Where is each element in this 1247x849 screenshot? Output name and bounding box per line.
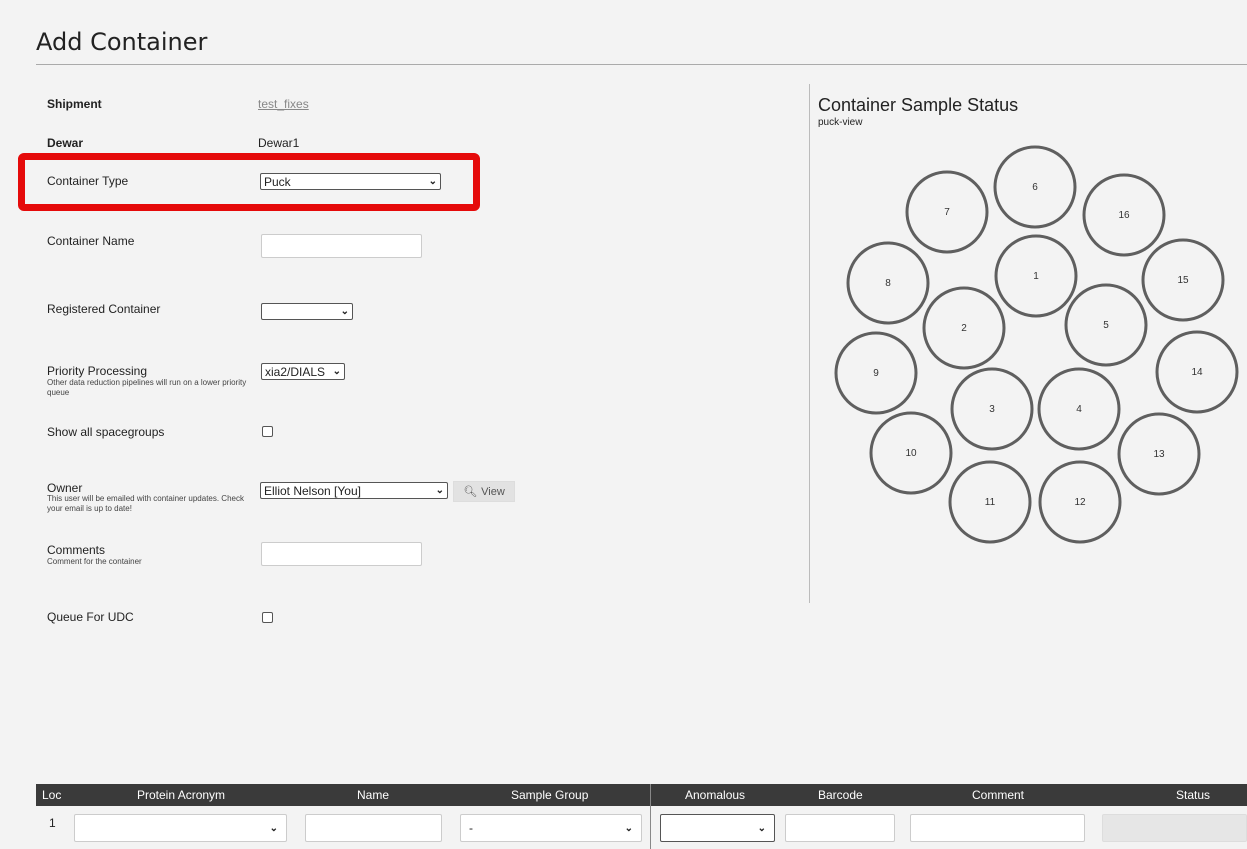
puck-label-8: 8: [885, 278, 891, 289]
queue-udc-label: Queue For UDC: [47, 610, 134, 624]
dewar-value: Dewar1: [258, 136, 300, 150]
chevron-down-icon: ⌄: [435, 485, 444, 496]
search-icon: 🔍︎: [463, 486, 478, 498]
show-spacegroups-checkbox[interactable]: [262, 426, 273, 437]
puck-label-12: 12: [1074, 497, 1086, 508]
col-header-protein: Protein Acronym: [137, 788, 226, 802]
view-owner-label: View: [481, 485, 505, 498]
puck-label-15: 15: [1177, 275, 1189, 286]
col-header-status: Status: [1176, 788, 1211, 802]
puck-label-7: 7: [944, 207, 950, 218]
row-loc: 1: [49, 816, 56, 830]
puck-label-2: 2: [961, 323, 967, 334]
priority-processing-value: xia2/DIALS: [265, 364, 326, 379]
status-panel-title: Container Sample Status: [818, 95, 1019, 115]
puck-label-10: 10: [905, 448, 917, 459]
comments-input[interactable]: [261, 542, 422, 566]
status-panel-subtitle: puck-view: [818, 117, 863, 128]
dewar-label: Dewar: [47, 136, 84, 150]
owner-help: This user will be emailed with container…: [47, 494, 244, 513]
chevron-down-icon: ⌄: [757, 822, 766, 834]
puck-label-13: 13: [1153, 449, 1165, 460]
comments-help: Comment for the container: [47, 557, 142, 566]
puck-label-11: 11: [985, 497, 996, 508]
chevron-down-icon: ⌄: [269, 822, 278, 834]
owner-select[interactable]: Elliot Nelson [You] ⌄: [260, 482, 448, 499]
shipment-link[interactable]: test_fixes: [258, 97, 309, 111]
chevron-down-icon: ⌄: [332, 366, 341, 377]
shipment-label: Shipment: [47, 97, 102, 111]
owner-value: Elliot Nelson [You]: [264, 483, 361, 498]
puck-label-1: 1: [1033, 271, 1039, 282]
col-header-comment: Comment: [972, 788, 1025, 802]
comment-input[interactable]: [910, 814, 1085, 842]
registered-container-label: Registered Container: [47, 302, 161, 316]
page-title: Add Container: [36, 28, 208, 56]
sample-group-select[interactable]: - ⌄: [460, 814, 642, 842]
priority-processing-label: Priority Processing: [47, 364, 148, 378]
comments-label: Comments: [47, 543, 106, 557]
priority-processing-select[interactable]: xia2/DIALS ⌄: [261, 363, 345, 380]
col-header-name: Name: [357, 788, 390, 802]
view-owner-button[interactable]: 🔍︎ View: [453, 481, 515, 502]
samples-table-header: Loc Protein Acronym Name Sample Group An…: [36, 784, 1247, 806]
puck-view: 1 2 3 4 5 6 7 8 9 10 11 12 13 14 15 16: [834, 145, 1239, 544]
puck-label-6: 6: [1032, 182, 1038, 193]
chevron-down-icon: ⌄: [624, 822, 633, 834]
col-header-barcode: Barcode: [818, 788, 863, 802]
container-name-input[interactable]: [261, 234, 422, 258]
puck-label-14: 14: [1191, 367, 1203, 378]
highlight-box: [18, 153, 480, 211]
puck-label-9: 9: [873, 368, 879, 379]
owner-label: Owner: [47, 481, 83, 495]
anomalous-select[interactable]: ⌄: [660, 814, 775, 842]
container-name-label: Container Name: [47, 234, 135, 248]
barcode-input[interactable]: [785, 814, 895, 842]
status-field: [1102, 814, 1247, 842]
table-row: 1 ⌄ - ⌄ ⌄: [36, 806, 1247, 849]
chevron-down-icon: ⌄: [340, 306, 349, 317]
puck-label-5: 5: [1103, 320, 1109, 331]
sample-name-input[interactable]: [305, 814, 442, 842]
col-header-anomalous: Anomalous: [685, 788, 746, 802]
registered-container-select[interactable]: ⌄: [261, 303, 353, 320]
puck-label-3: 3: [989, 404, 995, 415]
puck-label-4: 4: [1076, 404, 1082, 415]
puck-label-16: 16: [1118, 210, 1130, 221]
protein-acronym-select[interactable]: ⌄: [74, 814, 287, 842]
queue-udc-checkbox[interactable]: [262, 612, 273, 623]
table-column-divider: [650, 784, 651, 849]
show-spacegroups-label: Show all spacegroups: [47, 425, 165, 439]
panel-divider: [809, 84, 810, 603]
col-header-sample-group: Sample Group: [511, 788, 589, 802]
title-divider: [36, 64, 1247, 65]
priority-processing-help: Other data reduction pipelines will run …: [47, 378, 247, 397]
col-header-loc: Loc: [42, 788, 62, 802]
sample-group-value: -: [469, 821, 473, 835]
